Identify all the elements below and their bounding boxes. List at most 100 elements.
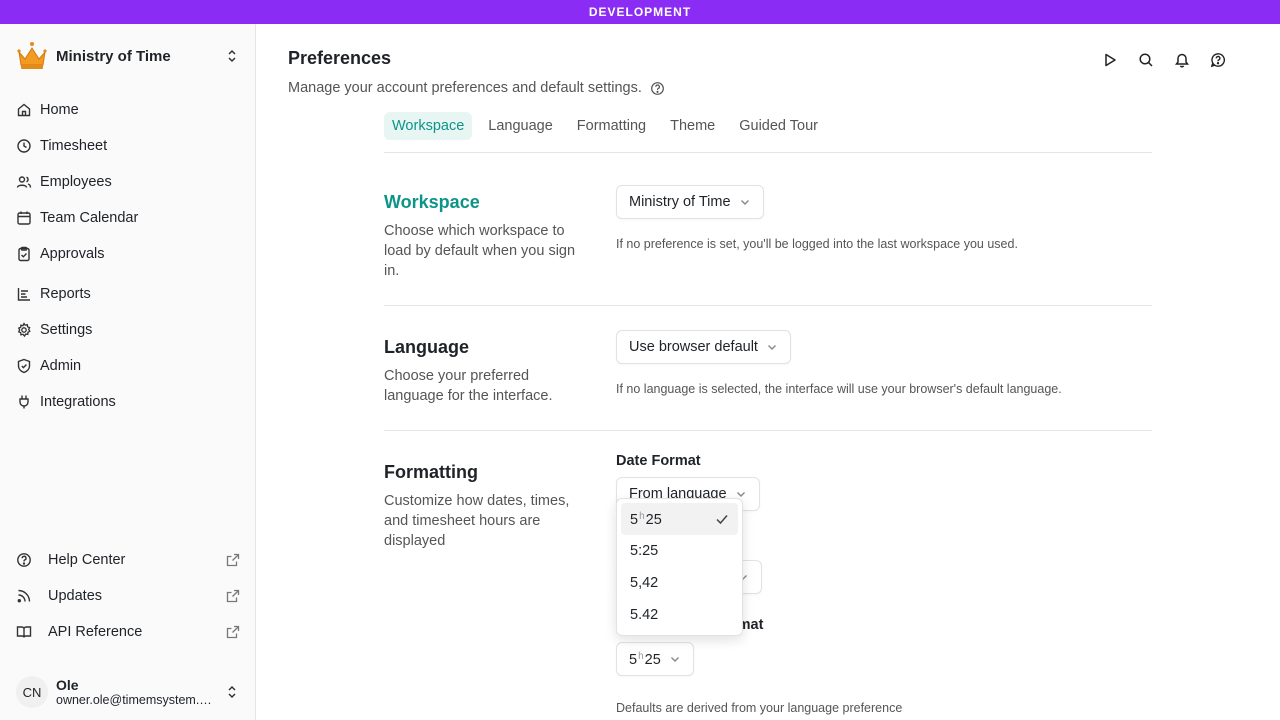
tab-formatting[interactable]: Formatting <box>569 112 654 140</box>
sidebar-item-employees[interactable]: Employees <box>16 164 240 200</box>
book-icon <box>16 626 32 638</box>
option-label: 5,42 <box>630 575 659 591</box>
page-subtitle-text: Manage your account preferences and defa… <box>288 80 642 96</box>
avatar: CN <box>16 676 48 708</box>
hours-value-h: 5 <box>629 651 638 668</box>
workspace-switcher[interactable]: Ministry of Time <box>16 40 240 72</box>
dropdown-option[interactable]: 5,42 <box>621 567 738 599</box>
sidebar-item-integrations[interactable]: Integrations <box>16 384 240 420</box>
page-title: Preferences <box>288 48 392 68</box>
formatting-section-description: Customize how dates, times, and timeshee… <box>384 493 570 549</box>
user-menu[interactable]: CN Ole owner.ole@timemsystem.com <box>16 670 240 714</box>
option-label: 5.42 <box>630 607 659 623</box>
sidebar-item-label: Reports <box>40 286 91 302</box>
external-link-icon <box>226 553 240 567</box>
sidebar-item-approvals[interactable]: Approvals <box>16 236 240 272</box>
user-name: Ole <box>56 677 79 693</box>
chevron-down-icon <box>767 345 776 350</box>
reports-icon <box>17 288 30 301</box>
search-button[interactable] <box>1128 50 1164 70</box>
section-divider <box>384 305 1152 306</box>
hours-format-value: 5h25 <box>629 651 661 668</box>
support-chat-button[interactable] <box>1200 50 1236 70</box>
hours-value-m: 25 <box>644 651 661 668</box>
sidebar-item-label: Employees <box>40 174 112 190</box>
sidebar-item-label: Integrations <box>40 394 116 410</box>
chevron-down-icon <box>670 657 679 662</box>
bell-icon <box>1175 53 1189 68</box>
users-icon <box>16 176 32 188</box>
sidebar-item-admin[interactable]: Admin <box>16 348 240 384</box>
tab-workspace[interactable]: Workspace <box>384 112 473 140</box>
formatting-hint: Defaults are derived from your language … <box>616 701 903 715</box>
dropdown-option[interactable]: 5:25 <box>621 535 738 567</box>
date-format-label: Date Format <box>616 453 701 469</box>
notifications-button[interactable] <box>1164 50 1200 70</box>
shield-icon <box>17 358 31 374</box>
option-minutes: 25 <box>645 511 662 528</box>
language-select-value: Use browser default <box>629 339 758 355</box>
hours-format-select[interactable]: 5h25 <box>616 642 694 676</box>
tab-guided-tour[interactable]: Guided Tour <box>731 112 826 140</box>
external-link-icon <box>226 589 240 603</box>
sidebar-link-label: Updates <box>48 588 103 604</box>
sidebar-item-label: Timesheet <box>40 138 108 154</box>
tab-theme[interactable]: Theme <box>662 112 723 140</box>
workspace-select-value: Ministry of Time <box>629 194 731 210</box>
workspace-section-description: Choose which workspace to load by defaul… <box>384 223 576 279</box>
option-label: 5:25 <box>630 543 659 559</box>
sidebar-link-label: API Reference <box>48 624 143 640</box>
sidebar-link-api-reference[interactable]: API Reference <box>16 614 240 650</box>
user-email: owner.ole@timemsystem.com <box>56 693 212 707</box>
formatting-section-title: Formatting <box>384 462 478 482</box>
rss-icon <box>17 589 31 603</box>
calendar-icon <box>17 211 31 225</box>
hours-format-dropdown: 5h25 5:25 5,42 5.42 <box>616 498 743 636</box>
tab-language[interactable]: Language <box>480 112 561 140</box>
workspace-select[interactable]: Ministry of Time <box>616 185 764 219</box>
sidebar-item-team-calendar[interactable]: Team Calendar <box>16 200 240 236</box>
sidebar-item-timesheet[interactable]: Timesheet <box>16 128 240 164</box>
sidebar-footer-links: Help Center Updates API Reference <box>16 542 240 650</box>
clipboard-check-icon <box>18 246 30 262</box>
language-select[interactable]: Use browser default <box>616 330 791 364</box>
home-icon <box>17 103 31 117</box>
play-tour-button[interactable] <box>1092 50 1128 70</box>
crown-logo-icon <box>17 42 47 69</box>
check-icon <box>716 515 728 525</box>
sidebar-item-settings[interactable]: Settings <box>16 312 240 348</box>
sidebar-link-label: Help Center <box>48 552 126 568</box>
hours-separator: h <box>638 650 644 662</box>
help-circle-icon <box>17 553 31 567</box>
clock-icon <box>17 139 31 153</box>
page-subtitle: Manage your account preferences and defa… <box>288 80 665 96</box>
main-content: Preferences Manage your account preferen… <box>256 24 1280 720</box>
workspace-name: Ministry of Time <box>56 47 171 65</box>
plug-icon <box>19 395 29 409</box>
dropdown-option[interactable]: 5h25 <box>621 503 738 535</box>
sidebar-item-label: Admin <box>40 358 82 374</box>
user-info: Ole owner.ole@timemsystem.com <box>56 677 224 707</box>
workspace-section-title: Workspace <box>384 192 480 212</box>
option-label: 5h25 <box>630 511 715 528</box>
sidebar-link-help-center[interactable]: Help Center <box>16 542 240 578</box>
language-hint: If no language is selected, the interfac… <box>616 382 1062 396</box>
play-icon <box>1105 53 1116 67</box>
search-icon <box>1139 53 1153 67</box>
sidebar: Ministry of Time Home Timesheet Employee… <box>0 24 256 720</box>
workspace-hint: If no preference is set, you'll be logge… <box>616 237 1018 251</box>
sidebar-item-label: Settings <box>40 322 93 338</box>
external-link-icon <box>226 625 240 639</box>
language-section-title: Language <box>384 337 470 357</box>
sidebar-item-reports[interactable]: Reports <box>16 276 240 312</box>
sidebar-item-label: Home <box>40 102 79 118</box>
dropdown-option[interactable]: 5.42 <box>621 599 738 631</box>
sidebar-link-updates[interactable]: Updates <box>16 578 240 614</box>
sidebar-nav: Home Timesheet Employees Team Calendar A… <box>16 92 240 420</box>
chevrons-up-down-icon <box>228 685 236 699</box>
section-divider <box>384 430 1152 431</box>
sidebar-item-home[interactable]: Home <box>16 92 240 128</box>
chevron-down-icon <box>740 200 749 205</box>
option-hours: 5 <box>630 511 639 528</box>
help-circle-icon[interactable] <box>650 81 665 96</box>
